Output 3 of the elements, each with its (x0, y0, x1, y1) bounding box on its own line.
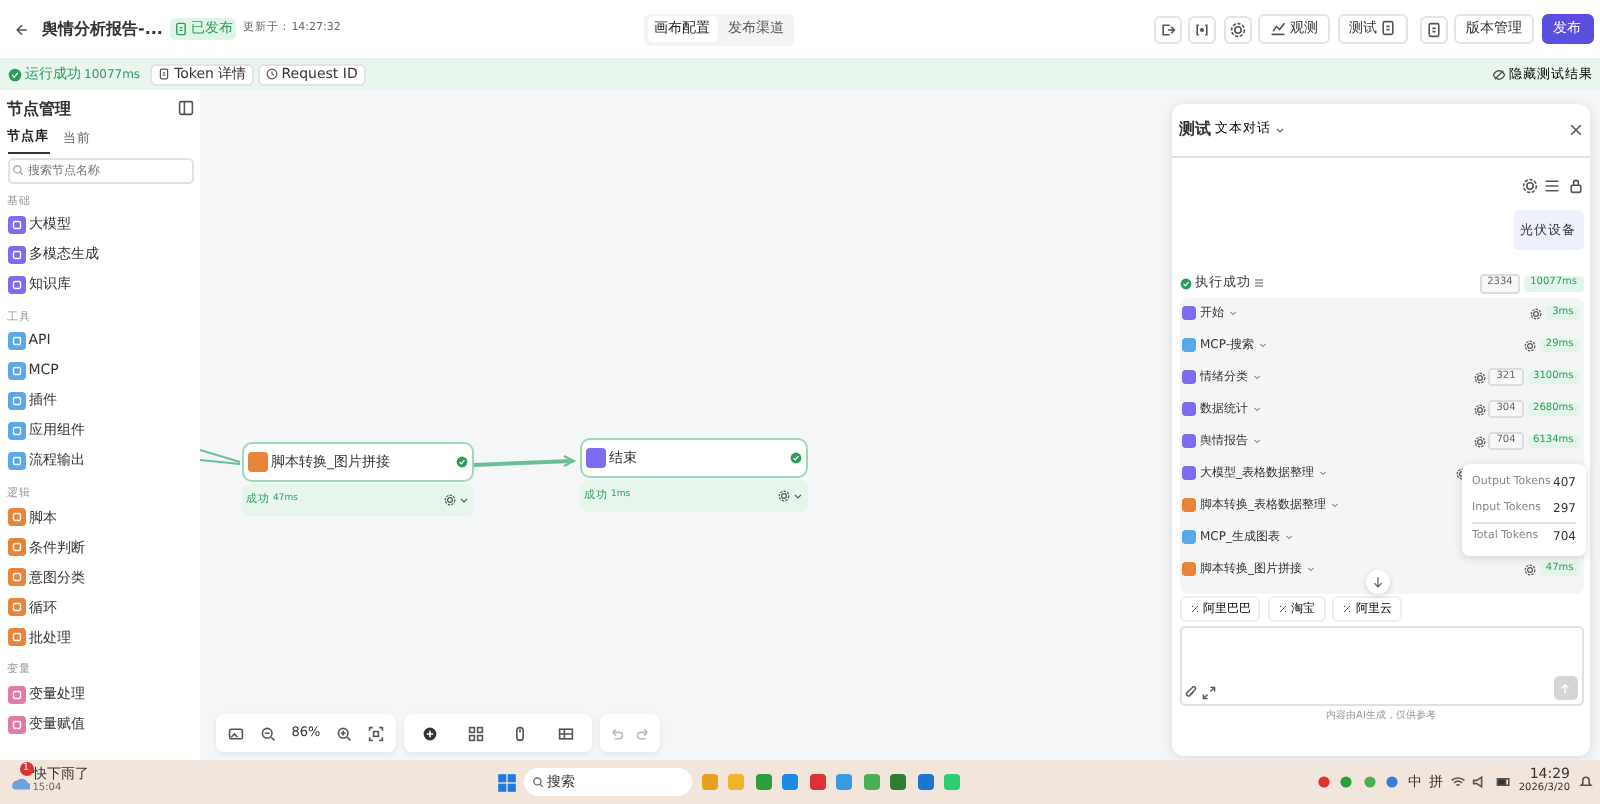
sidebar-title: 节点管理 (7, 97, 71, 121)
panel-title: 测试 (1179, 118, 1211, 142)
workflow-title: 舆情分析报告-... (42, 17, 163, 41)
